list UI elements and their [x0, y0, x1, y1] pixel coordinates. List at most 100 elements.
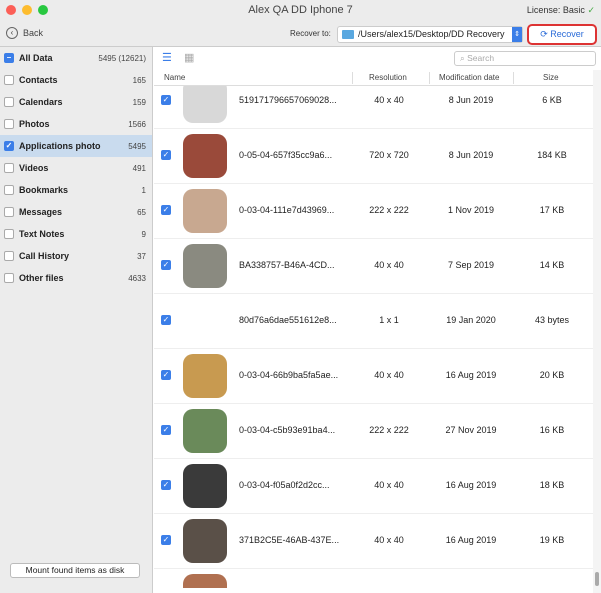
sidebar-item-label: Contacts — [19, 75, 58, 85]
close-button[interactable] — [6, 5, 16, 15]
file-table: ✓ 519171796657069028... 40 x 40 8 Jun 2019 6… — [154, 79, 593, 593]
checkbox[interactable]: ✓ — [161, 95, 171, 105]
back-button[interactable]: ‹ Back — [6, 27, 43, 39]
list-view-icon[interactable]: ☰ — [162, 53, 174, 64]
grid-view-icon[interactable]: ▦ — [184, 53, 194, 64]
file-size: 43 bytes — [534, 315, 570, 325]
file-date: 1 Nov 2019 — [447, 205, 495, 215]
recover-path-select[interactable]: /Users/alex15/Desktop/DD Recovery ⇕ — [337, 26, 523, 43]
file-name: 0-03-04-c5b93e91ba4... — [239, 425, 336, 435]
checkbox[interactable]: ✓ — [4, 141, 14, 151]
checkbox[interactable]: ✓ — [161, 315, 171, 325]
sidebar-item-label: Applications photo — [19, 141, 101, 151]
license-label: License: Basic — [526, 5, 585, 15]
table-row[interactable]: ✓ 0-03-04-66b9ba5fa5ae... 40 x 40 16 Aug 20… — [154, 349, 593, 404]
zoom-button[interactable] — [38, 5, 48, 15]
column-size[interactable]: Size — [543, 73, 559, 82]
sidebar-item-label: All Data — [19, 53, 53, 63]
minimize-button[interactable] — [22, 5, 32, 15]
checkbox[interactable]: ✓ — [161, 205, 171, 215]
sidebar-item[interactable]: Videos 491 — [0, 157, 152, 179]
checkbox[interactable] — [4, 251, 14, 261]
recover-button[interactable]: ⟳ Recover — [527, 24, 597, 45]
file-name: 80d76a6dae551612e8... — [239, 315, 337, 325]
file-size: 18 KB — [539, 480, 565, 490]
file-resolution: 222 x 222 — [369, 205, 409, 215]
checkbox[interactable]: ✓ — [161, 260, 171, 270]
file-size: 19 KB — [539, 535, 565, 545]
file-resolution: 40 x 40 — [374, 480, 404, 490]
thumbnail-image — [183, 244, 227, 288]
table-row[interactable]: ✓ 0-03-04-f05a0f2d2cc... 40 x 40 16 Aug 201… — [154, 459, 593, 514]
table-row[interactable]: ✓ 0-03-04-c5b93e91ba4... 222 x 222 27 Nov 2… — [154, 404, 593, 459]
sidebar-item[interactable]: Bookmarks 1 — [0, 179, 152, 201]
sidebar-item-label: Videos — [19, 163, 49, 173]
scroll-thumb[interactable] — [595, 572, 599, 586]
mount-disk-button[interactable]: Mount found items as disk — [10, 563, 140, 578]
file-resolution: 40 x 40 — [374, 260, 404, 270]
sidebar-item-count: 4633 — [128, 273, 146, 283]
table-row[interactable]: ✓ BA338757-B46A-4CD... 40 x 40 7 Sep 2019 14… — [154, 239, 593, 294]
file-date: 8 Jun 2019 — [448, 150, 494, 160]
chevron-left-icon: ‹ — [6, 27, 18, 39]
file-date: 8 Jun 2019 — [448, 95, 494, 105]
file-size: 14 KB — [539, 260, 565, 270]
table-row[interactable]: ✓ 0-03-04-111e7d43969... 222 x 222 1 Nov 20… — [154, 184, 593, 239]
file-size: 17 KB — [539, 205, 565, 215]
file-name: 0-03-04-111e7d43969... — [239, 205, 335, 215]
checkbox[interactable] — [4, 163, 14, 173]
window-controls[interactable] — [6, 5, 48, 15]
sidebar-item[interactable]: Calendars 159 — [0, 91, 152, 113]
file-size: 16 KB — [539, 425, 565, 435]
file-date: 7 Sep 2019 — [447, 260, 495, 270]
checkbox[interactable] — [4, 273, 14, 283]
sidebar-item[interactable]: Photos 1566 — [0, 113, 152, 135]
sidebar-item[interactable]: Text Notes 9 — [0, 223, 152, 245]
file-date: 27 Nov 2019 — [445, 425, 497, 435]
table-row[interactable]: ✓ 0-05-04-657f35cc9a6... 720 x 720 8 Jun 20… — [154, 129, 593, 184]
checkbox[interactable]: ✓ — [161, 370, 171, 380]
file-name: 0-03-04-f05a0f2d2cc... — [239, 480, 330, 490]
file-resolution: 1 x 1 — [379, 315, 399, 325]
sidebar-item[interactable]: ✓ Applications photo 5495 — [0, 135, 152, 157]
checkbox[interactable] — [4, 75, 14, 85]
file-name: 519171796657069028... — [239, 95, 337, 105]
checkbox[interactable] — [4, 229, 14, 239]
checkbox[interactable]: ✓ — [161, 425, 171, 435]
sidebar-item[interactable]: Call History 37 — [0, 245, 152, 267]
sidebar-item-count: 165 — [132, 75, 146, 85]
sidebar-item-count: 1 — [141, 185, 146, 195]
sidebar-item-count: 9 — [141, 229, 146, 239]
sidebar-item[interactable]: – All Data 5495 (12621) — [0, 47, 152, 69]
sidebar-item-label: Messages — [19, 207, 63, 217]
checkbox[interactable] — [4, 97, 14, 107]
file-resolution: 720 x 720 — [369, 150, 409, 160]
checkbox[interactable]: ✓ — [161, 150, 171, 160]
table-row[interactable] — [154, 569, 593, 588]
table-row[interactable]: ✓ 80d76a6dae551612e8... 1 x 1 19 Jan 2020 43… — [154, 294, 593, 349]
checkbox[interactable] — [4, 119, 14, 129]
checkbox[interactable]: – — [4, 53, 14, 63]
file-date: 16 Aug 2019 — [445, 535, 497, 545]
title-bar: Alex QA DD Iphone 7 License: Basic ✓ — [0, 0, 601, 22]
checkbox[interactable]: ✓ — [161, 535, 171, 545]
search-input[interactable]: ⌕ Search — [454, 51, 596, 66]
column-name[interactable]: Name — [164, 73, 185, 82]
table-row[interactable]: ✓ 371B2C5E-46AB-437E... 40 x 40 16 Aug 2019… — [154, 514, 593, 569]
file-resolution: 40 x 40 — [374, 535, 404, 545]
column-resolution[interactable]: Resolution — [369, 73, 407, 82]
checkbox[interactable] — [4, 207, 14, 217]
stepper-icon: ⇕ — [512, 27, 522, 42]
checkbox[interactable] — [4, 185, 14, 195]
scrollbar[interactable] — [593, 70, 601, 593]
file-resolution: 40 x 40 — [374, 370, 404, 380]
sidebar-item[interactable]: Other files 4633 — [0, 267, 152, 289]
sidebar-item-count: 65 — [137, 207, 146, 217]
checkbox[interactable]: ✓ — [161, 480, 171, 490]
sidebar-item-count: 491 — [132, 163, 146, 173]
column-modification-date[interactable]: Modification date — [439, 73, 499, 82]
search-placeholder: Search — [467, 53, 495, 63]
sidebar-item-label: Call History — [19, 251, 70, 261]
sidebar-item[interactable]: Contacts 165 — [0, 69, 152, 91]
sidebar-item[interactable]: Messages 65 — [0, 201, 152, 223]
